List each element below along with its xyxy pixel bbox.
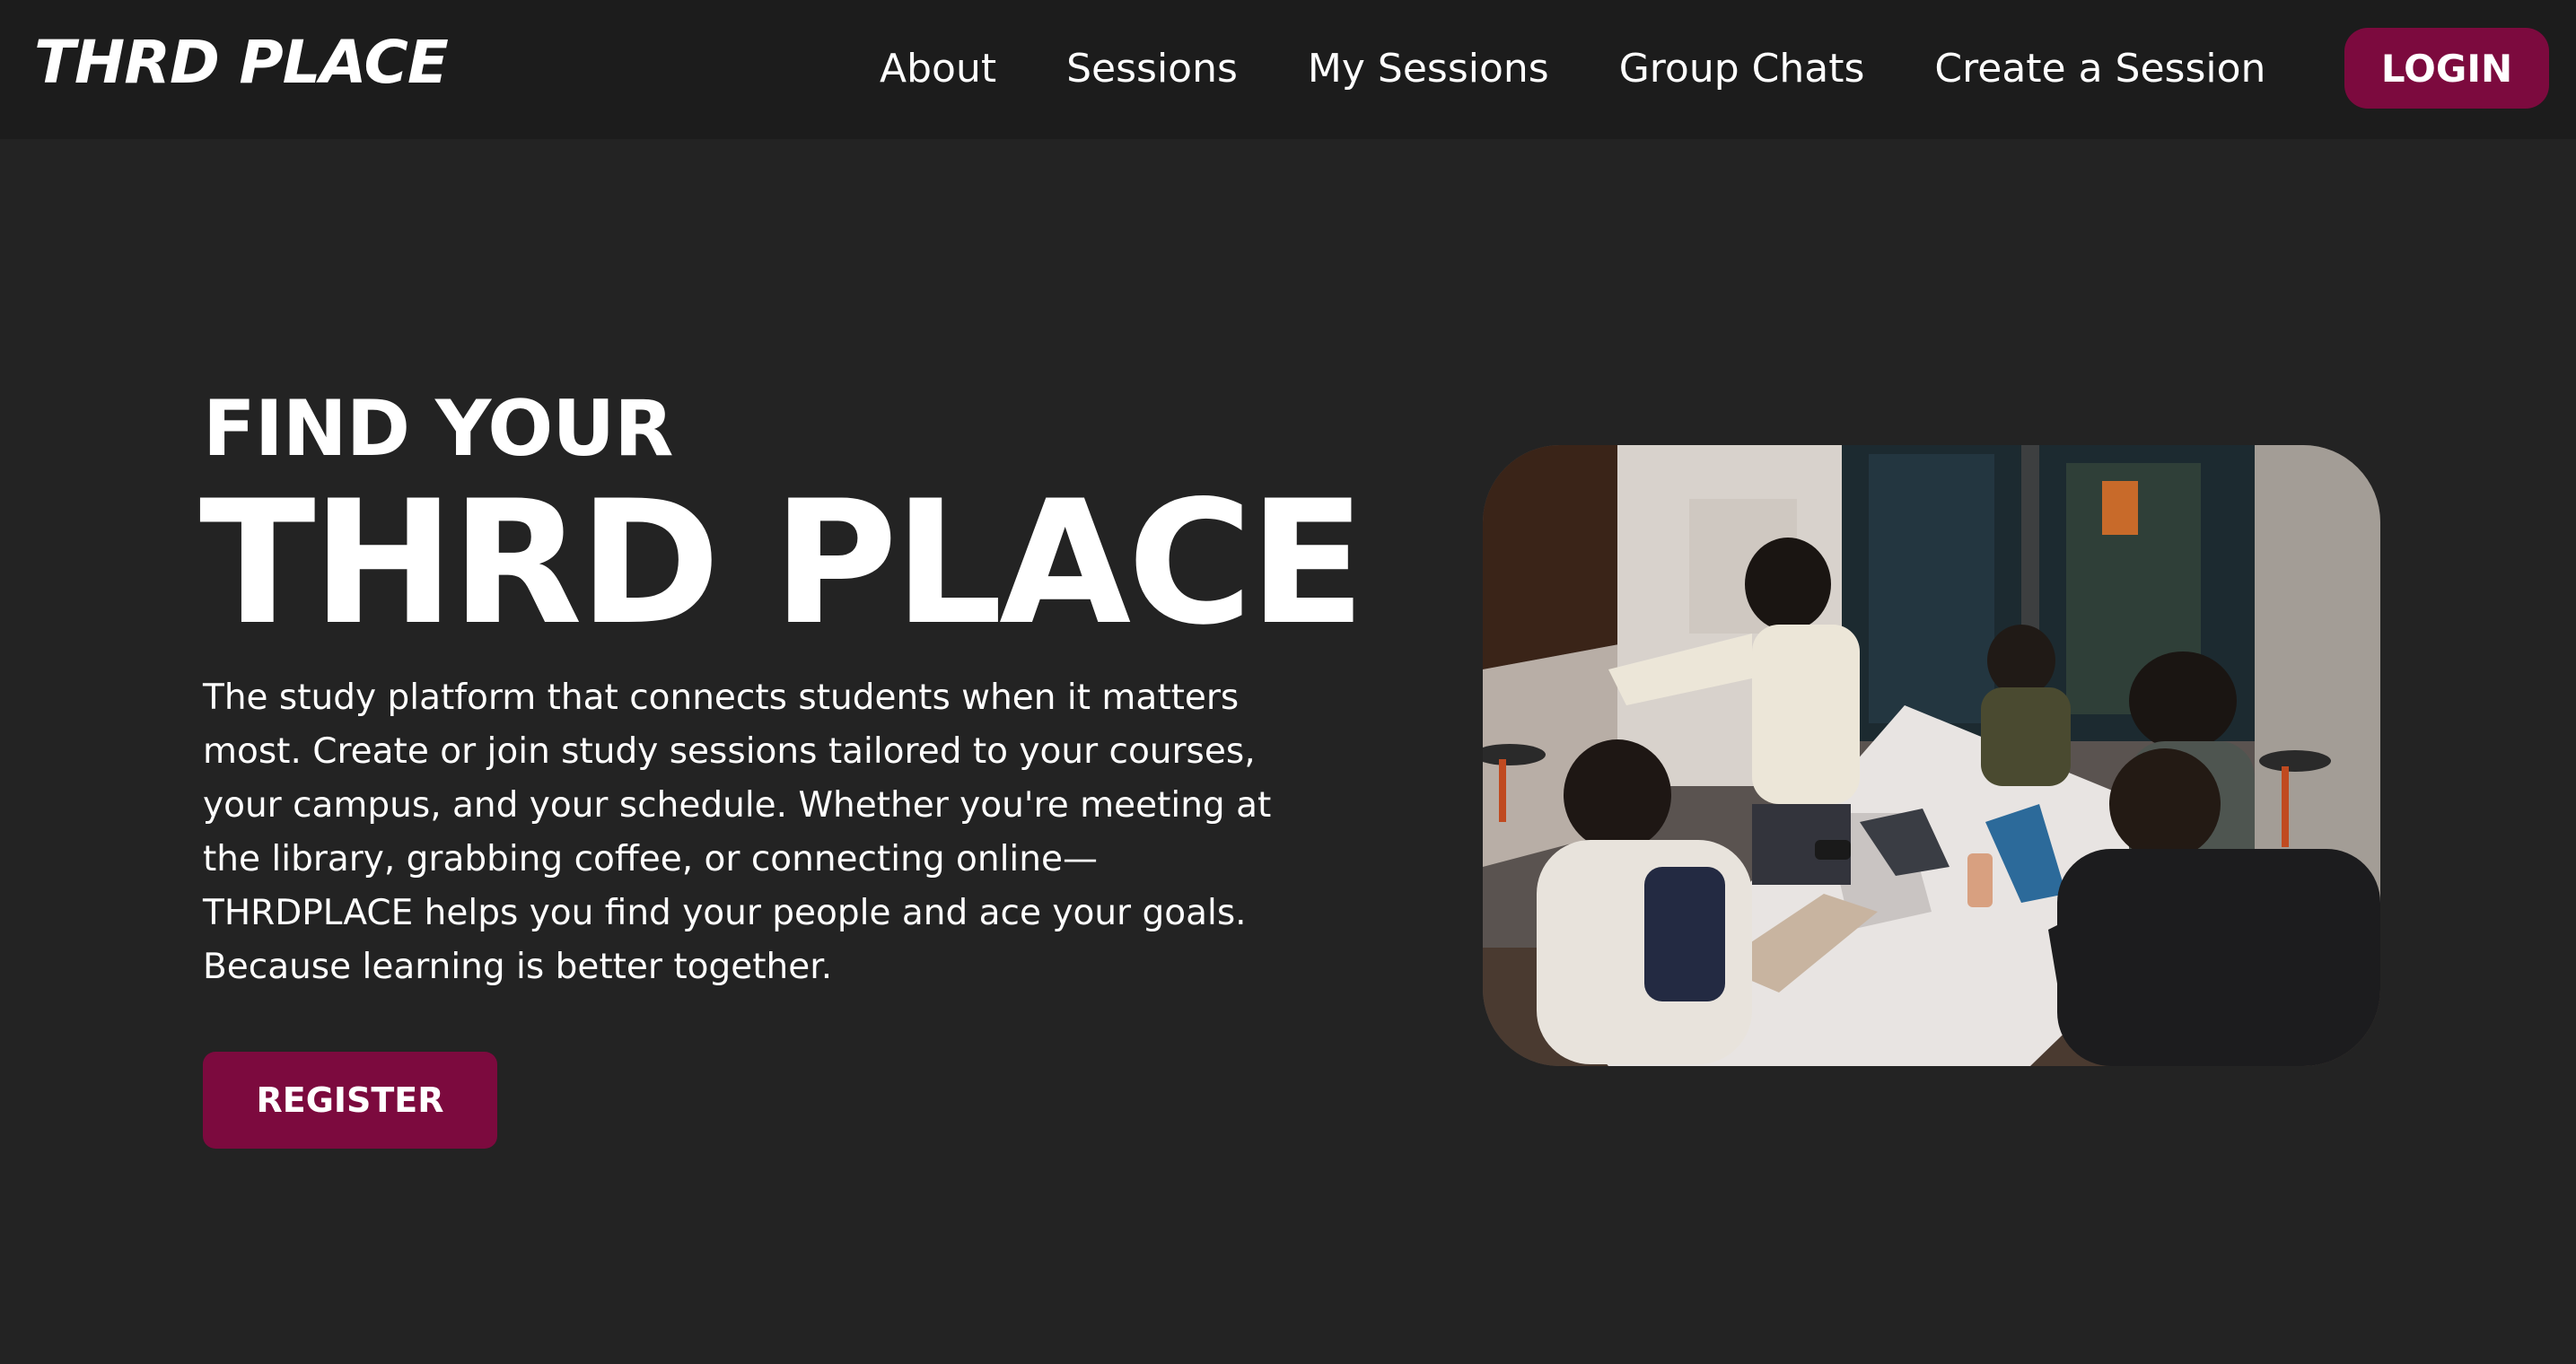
nav-link-create-session[interactable]: Create a Session [1934,46,2265,92]
nav-link-group-chats[interactable]: Group Chats [1619,46,1865,92]
hero-description: The study platform that connects student… [203,678,1272,987]
nav-link-sessions[interactable]: Sessions [1066,46,1238,92]
nav-link-about[interactable]: About [880,46,996,92]
students-studying-photo [1483,445,2380,1066]
site-logo[interactable]: THRD PLACE [34,25,449,101]
nav-links: About Sessions My Sessions Group Chats C… [880,31,2265,106]
hero-eyebrow: FIND YOUR [203,384,673,474]
register-button[interactable]: REGISTER [203,1052,497,1149]
hero-photo [1483,445,2380,1066]
login-button[interactable]: LOGIN [2344,28,2549,109]
top-navbar: THRD PLACE About Sessions My Sessions Gr… [0,0,2576,139]
nav-link-my-sessions[interactable]: My Sessions [1308,46,1549,92]
hero-title: THRD PLACE [199,464,1365,662]
